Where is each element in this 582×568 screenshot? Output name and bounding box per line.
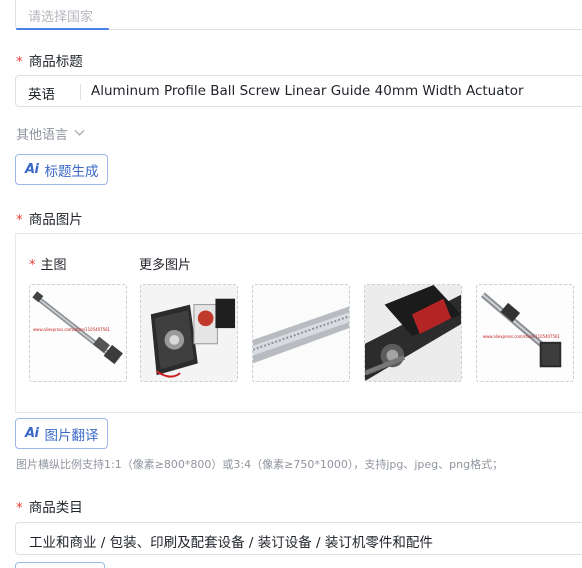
image-more-1[interactable] — [140, 284, 238, 382]
stepper-motor-image — [141, 285, 237, 381]
country-select-focus-line — [16, 28, 109, 30]
translate-image-label: 图片翻译 — [44, 427, 99, 444]
required-mark: * — [16, 500, 23, 516]
image-more-2[interactable] — [252, 284, 350, 382]
product-images-panel: * 主图 更多图片 www.aliexpress.com/store/110540… — [15, 233, 582, 413]
main-image-label: * 主图 — [29, 254, 67, 273]
product-title-label-text: 商品标题 — [28, 54, 83, 70]
image-more-4[interactable]: www.aliexpress.com/store/1105407561 — [476, 284, 574, 382]
watermark-text: www.aliexpress.com/store/1105407561 — [483, 334, 561, 339]
translate-image-button[interactable]: Ai 图片翻译 — [15, 418, 108, 449]
watermark-text: www.aliexpress.com/store/1105407561 — [33, 327, 111, 332]
product-category-select[interactable]: 工业和商业 / 包装、印刷及配套设备 / 装订设备 / 装订机零件和配件 — [15, 522, 582, 555]
other-languages-toggle[interactable]: 其他语言 — [16, 124, 85, 143]
main-image-label-text: 主图 — [40, 258, 67, 273]
generate-title-button[interactable]: Ai 标题生成 — [15, 154, 108, 185]
generate-title-label: 标题生成 — [44, 163, 99, 180]
other-languages-label: 其他语言 — [16, 128, 69, 143]
title-language-divider — [80, 84, 81, 100]
carriage-block-image — [365, 285, 461, 381]
product-title-label: * 商品标题 — [16, 50, 83, 70]
required-mark: * — [29, 258, 36, 273]
chevron-down-icon — [74, 125, 85, 136]
required-mark: * — [16, 212, 23, 228]
product-title-value[interactable]: Aluminum Profile Ball Screw Linear Guide… — [91, 83, 524, 99]
required-mark: * — [16, 54, 23, 70]
country-placeholder: 请选择国家 — [28, 10, 94, 25]
linear-rail-image — [253, 285, 349, 381]
product-images-label-text: 商品图片 — [28, 212, 83, 228]
more-images-label: 更多图片 — [139, 258, 192, 273]
next-button-partial[interactable] — [15, 562, 105, 568]
country-select[interactable]: 请选择国家 — [15, 0, 582, 30]
product-title-input[interactable]: 英语 Aluminum Profile Ball Screw Linear Gu… — [15, 75, 582, 107]
title-language[interactable]: 英语 — [28, 83, 55, 103]
ai-icon: Ai — [25, 162, 39, 177]
product-category-label: * 商品类目 — [16, 496, 83, 516]
product-images-label: * 商品图片 — [16, 208, 83, 228]
ai-icon: Ai — [25, 426, 39, 441]
linear-actuator-image: www.aliexpress.com/store/1105407561 — [30, 285, 126, 381]
image-main[interactable]: www.aliexpress.com/store/1105407561 — [29, 284, 127, 382]
product-category-value: 工业和商业 / 包装、印刷及配套设备 / 装订设备 / 装订机零件和配件 — [29, 535, 433, 551]
actuator-assembly-image: www.aliexpress.com/store/1105407561 — [477, 285, 573, 381]
product-category-label-text: 商品类目 — [28, 500, 83, 516]
image-more-3[interactable] — [364, 284, 462, 382]
image-requirements-hint: 图片横纵比例支持1:1（像素≥800*800）或3:4（像素≥750*1000）… — [16, 458, 504, 471]
